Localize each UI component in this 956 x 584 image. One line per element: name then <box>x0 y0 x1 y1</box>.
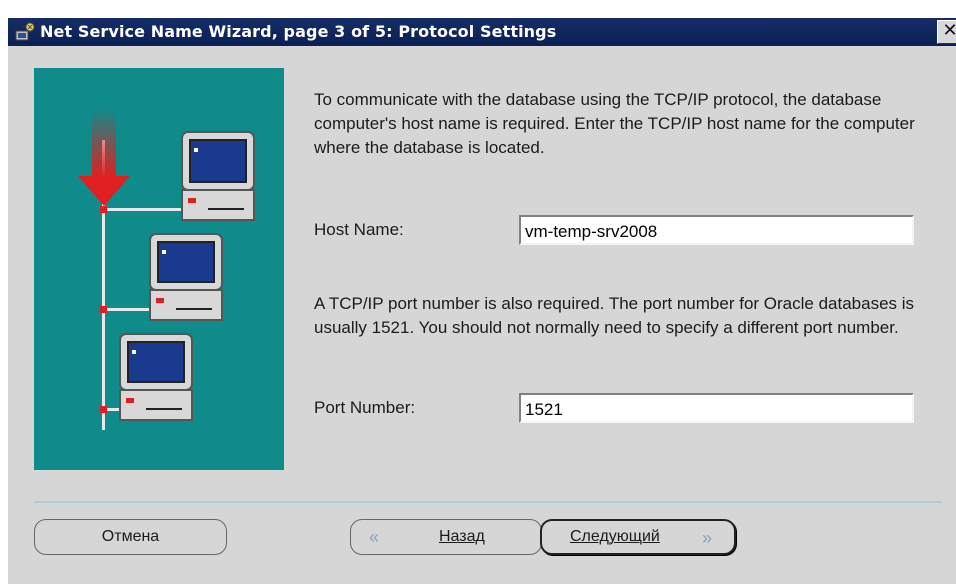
window-title: Net Service Name Wizard, page 3 of 5: Pr… <box>40 22 557 41</box>
network-illustration <box>34 68 284 470</box>
intro-text: To communicate with the database using t… <box>314 90 915 157</box>
back-button[interactable]: « Назад <box>350 519 542 555</box>
close-icon: ✕ <box>942 20 956 41</box>
close-button[interactable]: ✕ <box>937 20 956 44</box>
wizard-icon <box>15 22 35 41</box>
port-number-input[interactable] <box>519 393 914 423</box>
host-name-label: Host Name: <box>314 220 404 239</box>
port-description: A TCP/IP port number is also required. T… <box>314 294 915 337</box>
next-button[interactable]: Следующий » <box>540 519 736 555</box>
port-number-label: Port Number: <box>314 398 416 417</box>
divider <box>34 501 942 503</box>
cancel-button-label: Отмена <box>101 528 160 545</box>
cancel-button[interactable]: Отмена <box>34 519 227 555</box>
back-button-label: Назад <box>439 528 485 545</box>
chevron-left-icon: « <box>369 527 380 547</box>
next-button-label: Следующий <box>570 528 660 545</box>
host-name-input[interactable] <box>519 215 914 245</box>
left-margin <box>0 18 8 584</box>
top-margin <box>0 0 956 18</box>
title-bar: Net Service Name Wizard, page 3 of 5: Pr… <box>8 18 956 46</box>
wizard-window: Net Service Name Wizard, page 3 of 5: Pr… <box>0 0 956 584</box>
chevron-right-icon: » <box>702 528 713 548</box>
